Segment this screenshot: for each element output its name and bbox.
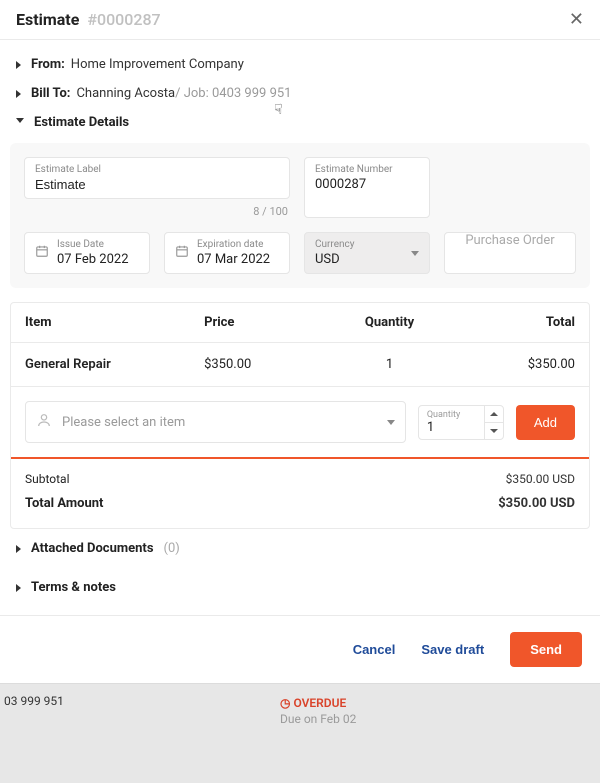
caret-down-icon	[490, 429, 498, 433]
totals-section: Subtotal $350.00 USD Total Amount $350.0…	[11, 459, 589, 528]
col-qty: Quantity	[332, 315, 447, 330]
pointer-cursor-icon: ☟	[274, 102, 283, 118]
cell-total: $350.00	[447, 357, 575, 372]
issue-date-field[interactable]: Issue Date 07 Feb 2022	[24, 232, 150, 274]
table-row[interactable]: General Repair $350.00 1 $350.00	[11, 343, 589, 387]
add-item-row: Please select an item Quantity 1 Add	[11, 387, 589, 459]
bill-to-name: Channing Acosta	[76, 86, 175, 101]
purchase-order-field[interactable]: Purchase Order	[444, 232, 576, 274]
estimate-details-toggle[interactable]: Estimate Details	[16, 108, 584, 137]
footer-actions: Cancel Save draft Send	[0, 616, 600, 683]
field-label: Issue Date	[57, 239, 129, 250]
estimate-number-field[interactable]: Estimate Number 0000287	[304, 157, 430, 218]
estimate-label-field[interactable]: Estimate Label	[24, 157, 290, 199]
caret-up-icon	[490, 412, 498, 416]
chevron-down-icon	[387, 420, 395, 425]
estimate-number-header: #0000287	[87, 10, 160, 29]
background-page: 03 999 951 ◷ OVERDUE Due on Feb 02	[0, 683, 600, 783]
calendar-icon	[175, 244, 189, 262]
col-item: Item	[25, 315, 204, 330]
chevron-down-icon	[411, 251, 419, 256]
currency-value: USD	[315, 252, 407, 267]
attached-label: Attached Documents	[31, 541, 154, 556]
user-icon	[36, 412, 52, 432]
field-label: Estimate Number	[315, 164, 419, 175]
table-header: Item Price Quantity Total	[11, 303, 589, 343]
bill-to-row[interactable]: Bill To: Channing Acosta / Job: 0403 999…	[16, 79, 584, 108]
cancel-button[interactable]: Cancel	[353, 642, 396, 657]
calendar-icon	[35, 244, 49, 262]
col-price: Price	[204, 315, 332, 330]
currency-select[interactable]: Currency USD	[304, 232, 430, 274]
caret-right-icon	[16, 61, 21, 69]
subtotal-value: $350.00 USD	[506, 472, 575, 486]
title-text: Estimate	[16, 10, 79, 29]
total-value: $350.00 USD	[498, 496, 575, 511]
close-icon[interactable]: ✕	[569, 11, 584, 29]
quantity-stepper[interactable]: Quantity 1	[418, 405, 504, 440]
cell-qty: 1	[332, 357, 447, 372]
caret-down-icon	[16, 118, 24, 127]
save-draft-button[interactable]: Save draft	[421, 642, 484, 657]
item-select[interactable]: Please select an item	[25, 401, 406, 443]
modal-header: Estimate #0000287 ✕	[0, 0, 600, 40]
overdue-text: OVERDUE	[293, 696, 346, 710]
estimate-details-panel: Estimate Label 8 / 100 Estimate Number 0…	[10, 143, 590, 288]
send-button[interactable]: Send	[510, 632, 582, 667]
char-counter: 8 / 100	[24, 205, 290, 218]
field-label: Expiration date	[197, 239, 270, 250]
caret-right-icon	[16, 90, 21, 98]
estimate-number-value: 0000287	[315, 177, 419, 192]
modal-title: Estimate #0000287	[16, 10, 161, 29]
qty-up-button[interactable]	[485, 406, 503, 423]
col-total: Total	[447, 315, 575, 330]
line-items-table: Item Price Quantity Total General Repair…	[10, 302, 590, 529]
terms-notes-toggle[interactable]: Terms & notes	[0, 568, 600, 607]
field-label: Estimate Label	[35, 164, 279, 175]
total-label: Total Amount	[25, 496, 498, 511]
due-text: Due on Feb 02	[280, 712, 356, 726]
attached-count: (0)	[164, 541, 180, 556]
from-row[interactable]: From: Home Improvement Company	[16, 50, 584, 79]
qty-label: Quantity	[427, 410, 476, 420]
issue-date-value: 07 Feb 2022	[57, 252, 129, 267]
caret-right-icon	[16, 584, 21, 592]
clock-icon: ◷	[280, 696, 290, 710]
bill-to-label: Bill To:	[31, 86, 70, 101]
po-placeholder: Purchase Order	[465, 233, 554, 248]
cell-price: $350.00	[204, 357, 332, 372]
bg-phone: 03 999 951	[4, 694, 64, 708]
qty-down-button[interactable]	[485, 423, 503, 439]
caret-right-icon	[16, 545, 21, 553]
cell-item: General Repair	[25, 357, 204, 372]
attached-documents-toggle[interactable]: Attached Documents (0)	[0, 529, 600, 568]
bg-overdue: ◷ OVERDUE Due on Feb 02	[280, 696, 356, 726]
qty-value: 1	[427, 420, 476, 435]
from-value: Home Improvement Company	[71, 57, 244, 72]
item-select-placeholder: Please select an item	[62, 415, 185, 430]
subtotal-label: Subtotal	[25, 472, 506, 486]
details-title: Estimate Details	[34, 115, 129, 130]
field-label: Currency	[315, 239, 407, 250]
expiration-date-field[interactable]: Expiration date 07 Mar 2022	[164, 232, 290, 274]
add-button[interactable]: Add	[516, 405, 575, 440]
estimate-label-input[interactable]	[35, 177, 279, 192]
from-label: From:	[31, 57, 65, 72]
terms-label: Terms & notes	[31, 580, 116, 595]
bill-to-job: / Job: 0403 999 951	[175, 86, 291, 101]
expiration-date-value: 07 Mar 2022	[197, 252, 270, 267]
